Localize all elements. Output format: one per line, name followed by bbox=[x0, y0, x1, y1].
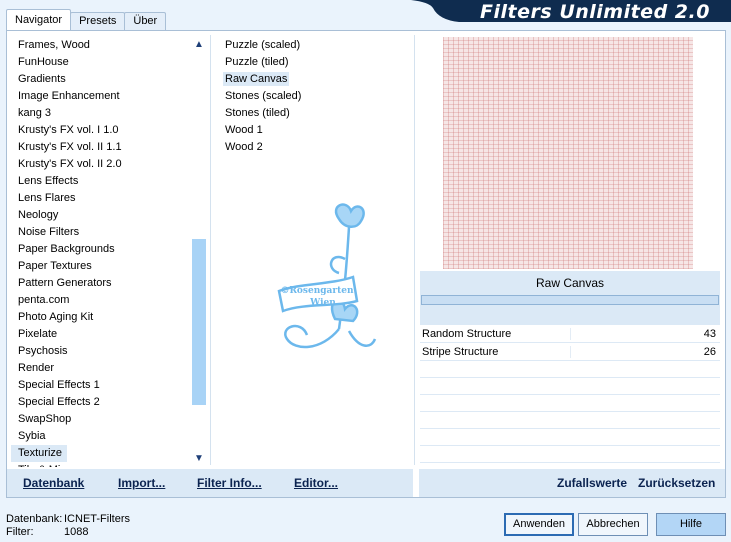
banner-title: Filters Unlimited 2.0 bbox=[480, 1, 710, 23]
category-item[interactable]: Krusty's FX vol. II 2.0 bbox=[11, 156, 191, 173]
filter-info-button[interactable]: Filter Info... bbox=[197, 476, 262, 490]
filter-item-label: Stones (scaled) bbox=[225, 90, 302, 102]
param-row-empty bbox=[420, 361, 720, 378]
editor-button[interactable]: Editor... bbox=[294, 476, 338, 490]
preview-image bbox=[443, 37, 693, 269]
category-item[interactable]: Pixelate bbox=[11, 326, 191, 343]
category-item[interactable]: Gradients bbox=[11, 71, 191, 88]
category-item[interactable]: Noise Filters bbox=[11, 224, 191, 241]
filter-item[interactable]: Raw Canvas bbox=[221, 71, 411, 88]
category-item[interactable]: Psychosis bbox=[11, 343, 191, 360]
param-row-empty bbox=[420, 429, 720, 446]
category-item[interactable]: Render bbox=[11, 360, 191, 377]
category-item[interactable]: Special Effects 1 bbox=[11, 377, 191, 394]
database-label: Datenbank: bbox=[6, 513, 63, 525]
scroll-down-icon[interactable]: ▼ bbox=[191, 451, 207, 467]
category-item[interactable]: Paper Textures bbox=[11, 258, 191, 275]
category-item[interactable]: kang 3 bbox=[11, 105, 191, 122]
cancel-button[interactable]: Abbrechen bbox=[578, 513, 648, 536]
category-item[interactable]: Krusty's FX vol. II 1.1 bbox=[11, 139, 191, 156]
category-list[interactable]: Frames, Wood FunHouse Gradients Image Enhan… bbox=[11, 37, 191, 467]
filter-item-label: Stones (tiled) bbox=[225, 107, 290, 119]
filter-item[interactable]: Wood 2 bbox=[221, 139, 411, 156]
category-item[interactable]: Image Enhancement bbox=[11, 88, 191, 105]
category-item[interactable]: SwapShop bbox=[11, 411, 191, 428]
category-item[interactable]: Tile & Mirror bbox=[11, 462, 191, 467]
category-item[interactable]: Frames, Wood bbox=[11, 37, 191, 54]
tab-navigator[interactable]: Navigator bbox=[6, 9, 72, 30]
filter-item[interactable]: Stones (tiled) bbox=[221, 105, 411, 122]
param-label: Random Structure bbox=[422, 328, 512, 340]
category-item[interactable]: penta.com bbox=[11, 292, 191, 309]
scrollbar-thumb[interactable] bbox=[192, 239, 206, 405]
help-button[interactable]: Hilfe bbox=[656, 513, 726, 536]
apply-button[interactable]: Anwenden bbox=[504, 513, 574, 536]
category-item[interactable]: Lens Flares bbox=[11, 190, 191, 207]
param-row-stripe-structure[interactable]: Stripe Structure 26 bbox=[420, 343, 720, 361]
slider-track[interactable] bbox=[570, 328, 571, 340]
param-row-empty bbox=[420, 378, 720, 395]
tab-bar: Navigator Presets Über bbox=[6, 9, 167, 30]
main-panel: Frames, Wood FunHouse Gradients Image Enhan… bbox=[6, 30, 726, 498]
category-item[interactable]: Photo Aging Kit bbox=[11, 309, 191, 326]
database-value: ICNET-Filters bbox=[64, 513, 130, 525]
param-row-empty bbox=[420, 446, 720, 463]
slider-track[interactable] bbox=[570, 346, 571, 358]
category-item[interactable]: Krusty's FX vol. I 1.0 bbox=[11, 122, 191, 139]
tab-about[interactable]: Über bbox=[124, 12, 167, 30]
category-item[interactable]: Pattern Generators bbox=[11, 275, 191, 292]
category-item[interactable]: Texturize bbox=[11, 445, 67, 462]
param-row-empty bbox=[420, 412, 720, 429]
filter-count-label: Filter: bbox=[6, 526, 34, 538]
divider bbox=[210, 35, 211, 465]
database-button[interactable]: Datenbank bbox=[23, 476, 84, 490]
category-item[interactable]: Special Effects 2 bbox=[11, 394, 191, 411]
parameter-list: Random Structure 43 Stripe Structure 26 bbox=[420, 325, 720, 463]
filter-name: Raw Canvas bbox=[535, 276, 605, 290]
param-label: Stripe Structure bbox=[422, 346, 499, 358]
watermark-line2: Wien bbox=[309, 298, 336, 308]
param-row-empty bbox=[420, 395, 720, 412]
import-button[interactable]: Import... bbox=[118, 476, 165, 490]
param-value: 43 bbox=[703, 328, 716, 340]
title-banner: Filters Unlimited 2.0 bbox=[411, 0, 731, 30]
filter-item[interactable]: Stones (scaled) bbox=[221, 88, 411, 105]
filter-item[interactable]: Puzzle (tiled) bbox=[221, 54, 411, 71]
flower-watermark-icon: ©Rosengarten Wien bbox=[277, 203, 377, 349]
status-info: Datenbank: ICNET-Filters Filter: 1088 bbox=[6, 513, 130, 539]
category-item[interactable]: Sybia bbox=[11, 428, 191, 445]
scroll-up-icon[interactable]: ▲ bbox=[191, 37, 207, 53]
filter-item-label: Wood 2 bbox=[225, 141, 263, 153]
filter-item[interactable]: Puzzle (scaled) bbox=[221, 37, 411, 54]
filter-count-value: 1088 bbox=[64, 526, 89, 538]
filter-item-label: Puzzle (tiled) bbox=[225, 56, 289, 68]
category-scrollbar[interactable]: ▲ ▼ bbox=[191, 37, 207, 467]
category-item[interactable]: Paper Backgrounds bbox=[11, 241, 191, 258]
param-row-random-structure[interactable]: Random Structure 43 bbox=[420, 325, 720, 343]
watermark-line1: ©Rosengarten bbox=[280, 286, 354, 296]
filter-item-label: Raw Canvas bbox=[223, 72, 290, 86]
randomize-button[interactable]: Zufallswerte bbox=[557, 476, 627, 490]
left-button-bar: Datenbank Import... Filter Info... Edito… bbox=[7, 469, 413, 497]
filter-list[interactable]: Puzzle (scaled) Puzzle (tiled) Raw Canvas S… bbox=[221, 37, 411, 156]
divider bbox=[414, 35, 415, 465]
filter-item[interactable]: Wood 1 bbox=[221, 122, 411, 139]
right-button-bar: Zufallswerte Zurücksetzen bbox=[419, 469, 725, 497]
progress-bar bbox=[421, 295, 719, 305]
filter-item-label: Puzzle (scaled) bbox=[225, 39, 301, 51]
tab-presets[interactable]: Presets bbox=[70, 12, 126, 30]
watermark-logo: ©Rosengarten Wien bbox=[265, 199, 381, 359]
category-item[interactable]: Lens Effects bbox=[11, 173, 191, 190]
category-item[interactable]: Neology bbox=[11, 207, 191, 224]
filter-item-label: Wood 1 bbox=[225, 124, 263, 136]
param-value: 26 bbox=[703, 346, 716, 358]
reset-button[interactable]: Zurücksetzen bbox=[638, 476, 715, 490]
category-item[interactable]: FunHouse bbox=[11, 54, 191, 71]
filter-header: Raw Canvas bbox=[420, 271, 720, 325]
